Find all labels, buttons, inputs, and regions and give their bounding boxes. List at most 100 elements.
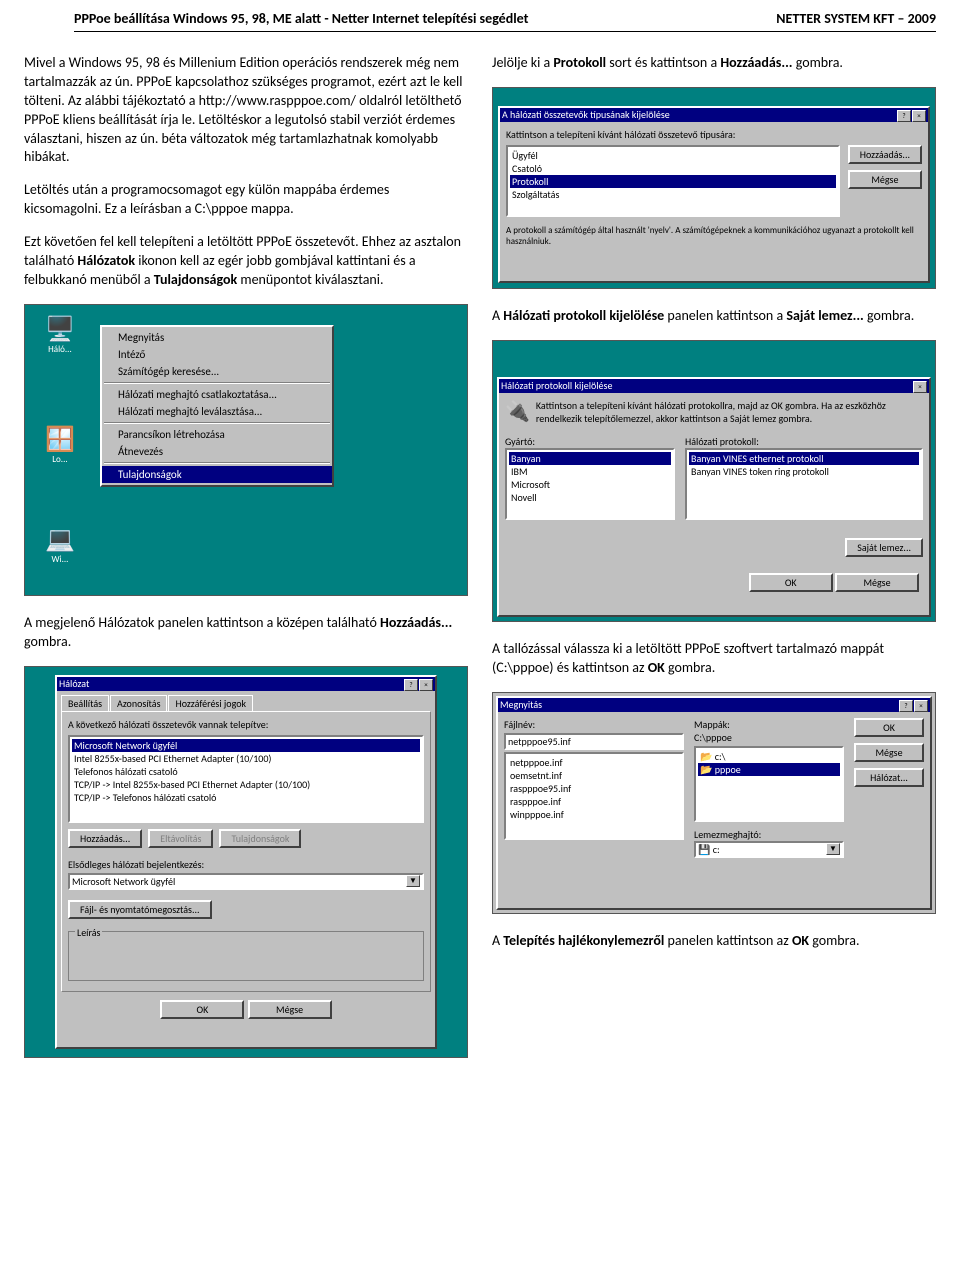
win-icon: 🪟 bbox=[45, 425, 75, 454]
proto-pane: 🔌 Kattintson a telepíteni kívánt hálózat… bbox=[499, 393, 929, 602]
maker-ibm[interactable]: IBM bbox=[509, 465, 671, 478]
pc-icon: 💻 bbox=[45, 525, 75, 554]
drive-label: Lemezmeghajtó: bbox=[694, 828, 844, 841]
ctx-rename[interactable]: Átnevezés bbox=[102, 443, 332, 460]
file-item[interactable]: netpppoe.inf bbox=[508, 756, 680, 769]
ctx-map[interactable]: Hálózati meghajtó csatlakoztatása... bbox=[102, 386, 332, 403]
install-from-disk-paragraph: A Telepítés hajlékonylemezről panelen ka… bbox=[492, 932, 936, 951]
titlebar-buttons: ?× bbox=[403, 677, 433, 691]
chevron-down-icon[interactable]: ▼ bbox=[826, 843, 840, 855]
open-pane: Fájlnév: netpppoe95.inf netpppoe.inf oem… bbox=[498, 712, 930, 864]
dir-item: 📂 pppoe bbox=[698, 763, 840, 776]
ok-button[interactable]: OK bbox=[854, 718, 924, 737]
dir-value: C:\pppoe bbox=[694, 731, 844, 744]
ok-button[interactable]: OK bbox=[749, 573, 833, 592]
network-icon[interactable]: 🖥️ Háló... bbox=[45, 315, 75, 355]
help-icon[interactable]: ? bbox=[899, 700, 913, 712]
ctx-find[interactable]: Számítógép keresése... bbox=[102, 363, 332, 380]
left-column: Mivel a Windows 95, 98 és Millenium Edit… bbox=[24, 54, 468, 1076]
select-protocol-paragraph: Jelölje ki a Protokoll sort és kattintso… bbox=[492, 54, 936, 73]
ok-button[interactable]: OK bbox=[160, 1000, 244, 1019]
login-select[interactable]: Microsoft Network ügyfél ▼ bbox=[68, 873, 424, 890]
chevron-down-icon[interactable]: ▼ bbox=[406, 875, 420, 887]
proto-item[interactable]: Banyan VINES ethernet protokoll bbox=[689, 452, 919, 465]
close-icon[interactable]: × bbox=[912, 110, 926, 122]
content-columns: Mivel a Windows 95, 98 és Millenium Edit… bbox=[0, 42, 960, 1088]
file-list[interactable]: netpppoe.inf oemsetnt.inf raspppoe95.inf… bbox=[504, 752, 684, 840]
file-item[interactable]: raspppoe95.inf bbox=[508, 782, 680, 795]
types-list[interactable]: Ügyfél Csatoló Protokoll Szolgáltatás bbox=[506, 145, 840, 217]
net-pane: A következő hálózati összetevők vannak t… bbox=[61, 711, 431, 992]
net-tabs: Beállítás Azonosítás Hozzáférési jogok bbox=[57, 691, 435, 711]
list-item-client[interactable]: Ügyfél bbox=[510, 149, 836, 162]
list-item-service[interactable]: Szolgáltatás bbox=[510, 188, 836, 201]
titlebar: Hálózat ?× bbox=[57, 677, 435, 691]
close-icon[interactable]: × bbox=[914, 700, 928, 712]
cancel-button[interactable]: Mégse bbox=[848, 170, 922, 189]
help-icon[interactable]: ? bbox=[897, 110, 911, 122]
add-button[interactable]: Hozzáadás... bbox=[68, 829, 142, 848]
filename-input[interactable]: netpppoe95.inf bbox=[504, 733, 684, 750]
screenshot-desktop-contextmenu: 🖥️ Háló... 🪟 Lo... 💻 Wi... Megnyitás Int… bbox=[24, 304, 468, 596]
ctx-open[interactable]: Megnyitás bbox=[102, 329, 332, 346]
properties-button[interactable]: Tulajdonságok bbox=[219, 829, 301, 848]
screenshot-open-dialog: Megnyitás ?× Fájlnév: netpppoe95.inf net… bbox=[492, 692, 936, 914]
file-label: Fájlnév: bbox=[504, 718, 684, 731]
network-glyph-icon: 🔌 bbox=[505, 399, 530, 425]
cancel-button[interactable]: Mégse bbox=[248, 1000, 332, 1019]
net-components-list[interactable]: Microsoft Network ügyfél Intel 8255x-bas… bbox=[68, 735, 424, 823]
titlebar: A hálózati összetevők típusának kijelölé… bbox=[500, 108, 928, 122]
proto-window: Hálózati protokoll kijelölése × 🔌 Kattin… bbox=[497, 377, 931, 617]
intro-paragraph: Mivel a Windows 95, 98 és Millenium Edit… bbox=[24, 54, 468, 167]
close-icon[interactable]: × bbox=[913, 381, 927, 393]
browse-paragraph: A tallózással válassza ki a letöltött PP… bbox=[492, 640, 936, 678]
file-item[interactable]: oemsetnt.inf bbox=[508, 769, 680, 782]
dir-list[interactable]: 📂 c:\ 📂 pppoe bbox=[694, 746, 844, 822]
drive-select[interactable]: 💾 c: ▼ bbox=[694, 841, 844, 858]
add-button[interactable]: Hozzáadás... bbox=[848, 145, 922, 164]
help-icon[interactable]: ? bbox=[404, 679, 418, 691]
extract-paragraph: Letöltés után a programocsomagot egy kül… bbox=[24, 181, 468, 219]
cancel-button[interactable]: Mégse bbox=[854, 743, 924, 762]
header-divider bbox=[74, 31, 936, 32]
monitors-icon: 🖥️ bbox=[45, 315, 75, 344]
file-item[interactable]: winpppoe.inf bbox=[508, 808, 680, 821]
close-icon[interactable]: × bbox=[419, 679, 433, 691]
maker-novell[interactable]: Novell bbox=[509, 491, 671, 504]
makers-list[interactable]: Banyan IBM Microsoft Novell bbox=[505, 448, 675, 520]
titlebar: Hálózati protokoll kijelölése × bbox=[499, 379, 929, 393]
net-button-row: OK Mégse bbox=[57, 996, 435, 1023]
own-disk-button[interactable]: Saját lemez... bbox=[845, 538, 923, 557]
screenshot-protocol-panel: Hálózati protokoll kijelölése × 🔌 Kattin… bbox=[492, 340, 936, 622]
protos-label: Hálózati protokoll: bbox=[685, 435, 923, 448]
list-item[interactable]: Intel 8255x-based PCI Ethernet Adapter (… bbox=[72, 752, 420, 765]
ctx-unmap[interactable]: Hálózati meghajtó leválasztása... bbox=[102, 403, 332, 420]
ctx-explorer[interactable]: Intéző bbox=[102, 346, 332, 363]
remove-button[interactable]: Eltávolítás bbox=[148, 829, 213, 848]
right-column: Jelölje ki a Protokoll sort és kattintso… bbox=[492, 54, 936, 1076]
maker-banyan[interactable]: Banyan bbox=[509, 452, 671, 465]
list-item-protocol[interactable]: Protokoll bbox=[510, 175, 836, 188]
tab-settings[interactable]: Beállítás bbox=[61, 695, 109, 711]
ctx-shortcut[interactable]: Parancsíkon létrehozása bbox=[102, 426, 332, 443]
cancel-button[interactable]: Mégse bbox=[835, 573, 919, 592]
protos-list[interactable]: Banyan VINES ethernet protokoll Banyan V… bbox=[685, 448, 923, 520]
file-share-button[interactable]: Fájl- és nyomtatómegosztás... bbox=[68, 900, 212, 919]
desc-label: Leírás bbox=[75, 926, 102, 939]
proto-item[interactable]: Banyan VINES token ring protokoll bbox=[689, 465, 919, 478]
network-button[interactable]: Hálózat... bbox=[854, 768, 924, 787]
tab-identity[interactable]: Azonosítás bbox=[110, 695, 167, 711]
titlebar: Megnyitás ?× bbox=[498, 698, 930, 712]
mycomp-icon[interactable]: 💻 Wi... bbox=[45, 525, 75, 565]
file-item[interactable]: raspppoe.inf bbox=[508, 795, 680, 808]
list-item-adapter[interactable]: Csatoló bbox=[510, 162, 836, 175]
list-item[interactable]: Telefonos hálózati csatoló bbox=[72, 765, 420, 778]
logo-icon[interactable]: 🪟 Lo... bbox=[45, 425, 75, 465]
maker-microsoft[interactable]: Microsoft bbox=[509, 478, 671, 491]
list-item[interactable]: Microsoft Network ügyfél bbox=[72, 739, 420, 752]
list-item[interactable]: TCP/IP -> Telefonos hálózati csatoló bbox=[72, 791, 420, 804]
ctx-properties[interactable]: Tulajdonságok bbox=[102, 466, 332, 483]
list-item[interactable]: TCP/IP -> Intel 8255x-based PCI Ethernet… bbox=[72, 778, 420, 791]
types-window: A hálózati összetevők típusának kijelölé… bbox=[498, 106, 930, 283]
tab-access[interactable]: Hozzáférési jogok bbox=[168, 695, 253, 711]
